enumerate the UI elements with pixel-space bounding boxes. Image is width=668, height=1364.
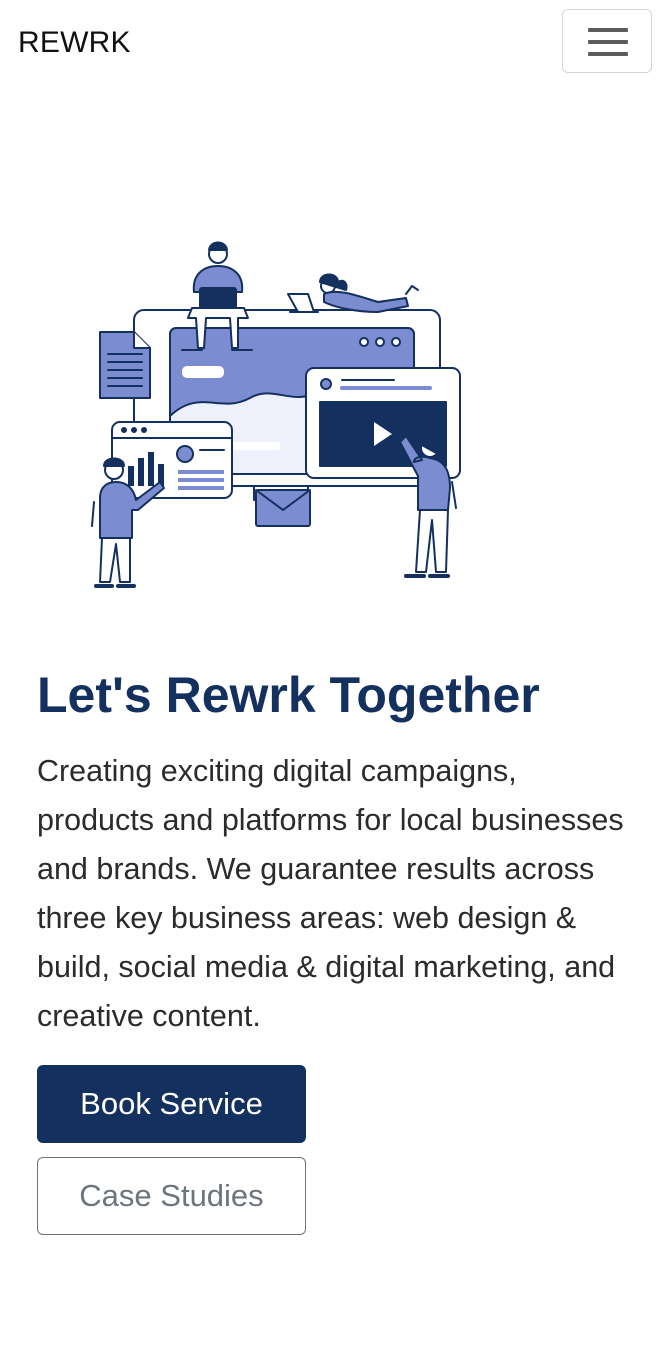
menu-toggle-button[interactable] [562,9,652,73]
hamburger-bar [588,52,628,56]
navbar: REWRK [0,0,668,86]
hero-description: Creating exciting digital campaigns, pro… [37,754,624,1033]
page: REWRK Let's Rewrk Together Creating exci… [0,0,668,1364]
case-studies-button[interactable]: Case Studies [37,1157,306,1235]
brand-logo[interactable]: REWRK [18,24,131,62]
hamburger-menu-icon [588,28,628,32]
hamburger-bar [588,40,628,44]
team-digital-marketing-illustration [91,241,461,588]
hero-title: Let's Rewrk Together [37,667,540,723]
book-service-button[interactable]: Book Service [37,1065,306,1143]
